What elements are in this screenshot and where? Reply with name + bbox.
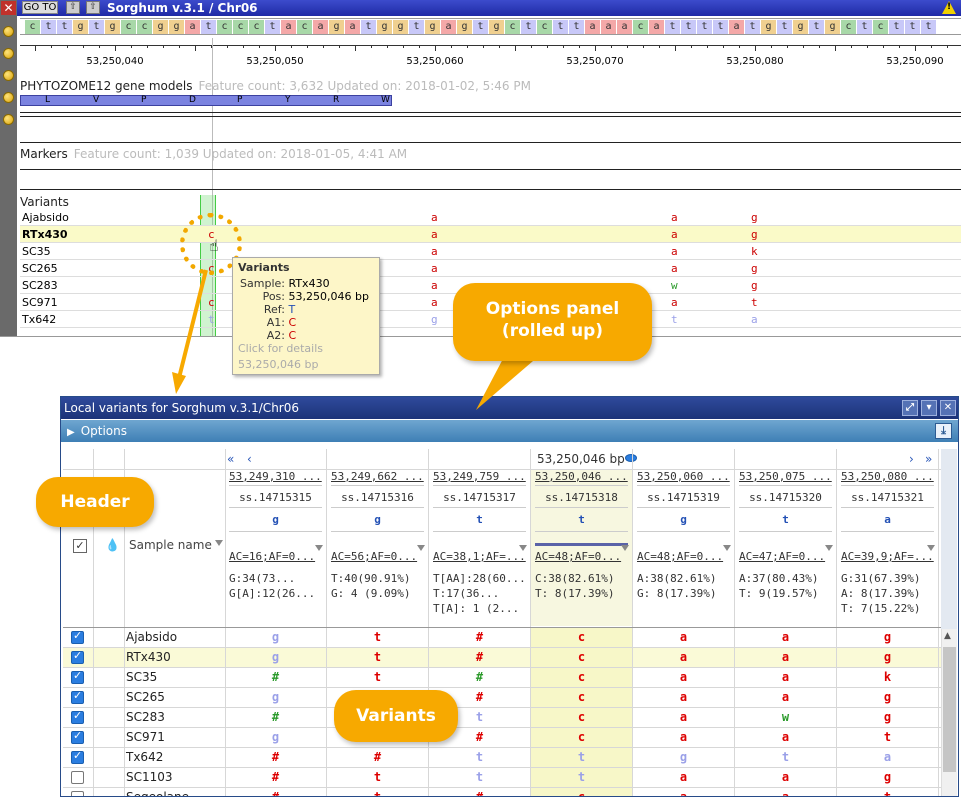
callout-arrows — [172, 269, 540, 410]
options-callout-pointer — [476, 355, 540, 410]
tooltip-arrow-line — [176, 269, 208, 383]
callout-header: Header — [36, 477, 154, 527]
callout-variants: Variants — [334, 690, 458, 742]
callout-options-panel: Options panel (rolled up) — [453, 283, 652, 361]
tooltip-arrow-head — [172, 372, 186, 394]
